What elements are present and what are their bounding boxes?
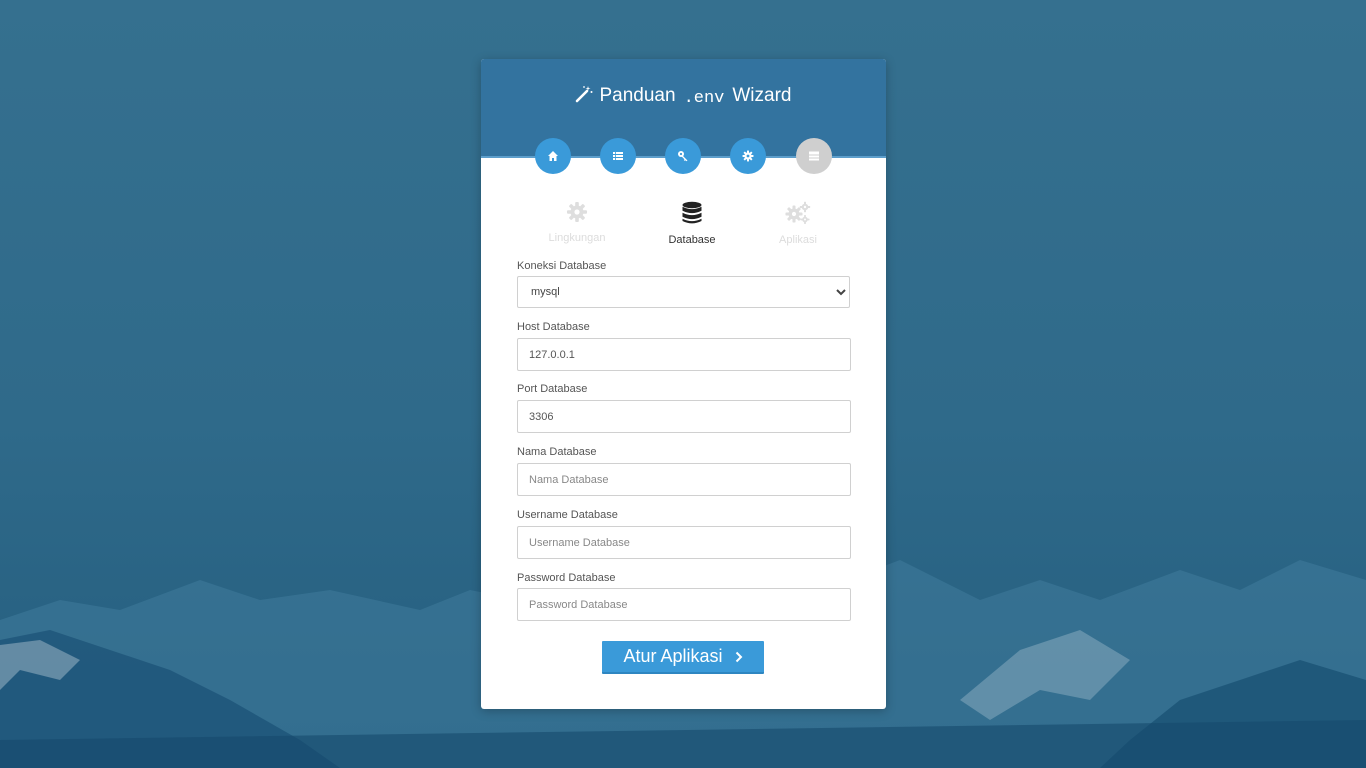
server-icon xyxy=(809,151,819,161)
title-prefix: Panduan xyxy=(599,85,676,106)
port-label: Port Database xyxy=(517,383,588,395)
chevron-right-icon xyxy=(735,651,742,662)
tab-lingkungan[interactable]: Lingkungan xyxy=(522,201,632,244)
list-icon xyxy=(613,152,623,160)
step-server-button[interactable] xyxy=(796,138,832,174)
gear-icon xyxy=(567,202,587,222)
tab-label: Aplikasi xyxy=(779,234,817,246)
tab-label: Database xyxy=(668,234,716,246)
home-icon xyxy=(548,151,558,161)
host-input[interactable] xyxy=(517,338,851,371)
step-list-button[interactable] xyxy=(600,138,636,174)
title-code: .env xyxy=(683,89,725,108)
password-input[interactable] xyxy=(517,588,851,621)
step-key-button[interactable] xyxy=(665,138,701,174)
db-name-input[interactable] xyxy=(517,463,851,496)
submit-label: Atur Aplikasi xyxy=(623,646,723,666)
username-input[interactable] xyxy=(517,526,851,559)
port-input[interactable] xyxy=(517,400,851,433)
magic-wand-icon xyxy=(576,86,593,103)
step-home-button[interactable] xyxy=(535,138,571,174)
host-label: Host Database xyxy=(517,321,590,333)
gear-icon xyxy=(742,150,754,162)
key-icon xyxy=(678,151,688,162)
password-label: Password Database xyxy=(517,572,616,584)
connection-label: Koneksi Database xyxy=(517,260,607,272)
wizard-card: Panduan .env Wizard Lingkungan Database … xyxy=(481,59,886,709)
tab-label: Lingkungan xyxy=(548,232,606,244)
db-name-label: Nama Database xyxy=(517,446,597,458)
wizard-tabs: Lingkungan Database Aplikasi xyxy=(481,201,886,246)
step-settings-button[interactable] xyxy=(730,138,766,174)
submit-button[interactable]: Atur Aplikasi xyxy=(602,641,764,674)
tab-database[interactable]: Database xyxy=(637,201,747,246)
gears-icon xyxy=(785,201,811,224)
page-title: Panduan .env Wizard xyxy=(481,85,886,108)
username-label: Username Database xyxy=(517,509,618,521)
database-icon xyxy=(682,201,702,224)
tab-aplikasi[interactable]: Aplikasi xyxy=(743,201,853,246)
connection-select[interactable]: mysql xyxy=(517,276,850,308)
title-suffix: Wizard xyxy=(732,85,792,106)
